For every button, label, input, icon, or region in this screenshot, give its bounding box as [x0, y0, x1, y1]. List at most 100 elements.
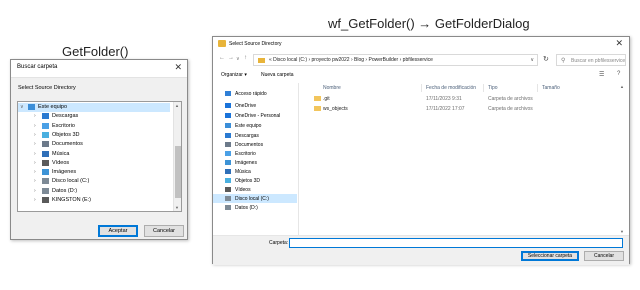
download-icon: [42, 113, 49, 120]
tree-item[interactable]: › Datos (D:): [18, 187, 170, 196]
scroll-down-icon[interactable]: ▼: [620, 229, 624, 234]
vertical-scrollbar[interactable]: ▲ ▼: [619, 83, 627, 235]
document-icon: [225, 142, 231, 147]
cancel-button[interactable]: Cancelar: [144, 225, 184, 237]
chevron-right-icon[interactable]: ›: [34, 178, 36, 184]
title-bar: Select Source Directory ✕: [213, 37, 629, 51]
accept-button[interactable]: Aceptar: [98, 225, 138, 237]
nav-item[interactable]: Música: [213, 167, 297, 176]
usb-drive-icon: [42, 197, 49, 203]
nav-item-label: Imágenes: [235, 160, 257, 166]
dialog-description: Select Source Directory: [18, 85, 76, 91]
up-arrow-icon[interactable]: ↑: [244, 55, 247, 61]
chevron-right-icon[interactable]: ›: [34, 113, 36, 119]
cube-icon: [225, 178, 231, 183]
chevron-right-icon[interactable]: ›: [34, 123, 36, 129]
command-bar: Organizar ▾ Nueva carpeta ☰ ?: [213, 70, 629, 81]
tree-item-label: KINGSTON (E:): [52, 197, 92, 203]
nav-item[interactable]: OneDrive: [213, 101, 297, 110]
file-row[interactable]: ws_objects 17/11/2022 17:07 Carpeta de arc…: [301, 104, 617, 113]
scrollbar-thumb[interactable]: [175, 146, 181, 198]
tree-item-label: Datos (D:): [52, 187, 78, 194]
column-header-modified[interactable]: Fecha de modificación: [426, 85, 476, 91]
tree-item[interactable]: › Documentos: [18, 140, 170, 149]
vertical-scrollbar[interactable]: ▲ ▼: [173, 102, 181, 211]
refresh-icon[interactable]: ↻: [543, 55, 549, 63]
chevron-right-icon[interactable]: ›: [34, 132, 36, 138]
nav-item[interactable]: Datos (D:): [213, 203, 297, 212]
bottom-panel: Carpeta: Seleccionar carpeta Cancelar: [213, 235, 629, 265]
column-divider: [421, 84, 422, 92]
nav-item[interactable]: Vídeos: [213, 185, 297, 194]
column-divider: [537, 84, 538, 92]
nav-item[interactable]: Acceso rápido: [213, 89, 297, 98]
file-row[interactable]: .git 17/11/2023 9:31 Carpeta de archivos: [301, 94, 617, 103]
nav-item-label: Objetos 3D: [235, 178, 261, 184]
nav-item[interactable]: OneDrive - Personal: [213, 111, 297, 120]
forward-arrow-icon[interactable]: →: [228, 55, 234, 61]
close-icon[interactable]: ✕: [174, 62, 182, 73]
chevron-right-icon[interactable]: ›: [34, 141, 36, 147]
nav-item-label: OneDrive - Personal: [235, 113, 281, 119]
folder-icon: [314, 96, 321, 101]
search-placeholder: Buscar en pbfilesservice: [571, 58, 626, 64]
select-folder-button[interactable]: Seleccionar carpeta: [521, 251, 579, 261]
image-icon: [225, 160, 231, 165]
nav-item[interactable]: Descargas: [213, 131, 297, 140]
scroll-down-icon[interactable]: ▼: [175, 205, 179, 210]
nav-item[interactable]: Objetos 3D: [213, 176, 297, 185]
folder-tree[interactable]: ▲ ▼ ∨ Este equipo › Descargas › Escritorio › Ob…: [17, 101, 182, 212]
help-icon[interactable]: ?: [617, 71, 620, 77]
tree-item[interactable]: › Imágenes: [18, 168, 170, 177]
nav-item[interactable]: Este equipo: [213, 121, 297, 130]
chevron-down-icon[interactable]: ∨: [530, 57, 534, 63]
folder-field[interactable]: [289, 238, 623, 248]
tree-item[interactable]: ∨ Este equipo: [18, 103, 170, 112]
chevron-down-icon[interactable]: ∨: [20, 104, 24, 110]
computer-icon: [225, 123, 231, 128]
cancel-button[interactable]: Cancelar: [584, 251, 624, 261]
video-icon: [42, 159, 49, 166]
video-icon: [225, 187, 231, 192]
tree-item[interactable]: › Disco local (C:): [18, 177, 170, 186]
tree-item[interactable]: › Música: [18, 150, 170, 159]
tree-item[interactable]: › Escritorio: [18, 122, 170, 131]
organize-menu[interactable]: Organizar ▾: [221, 72, 247, 78]
image-icon: [42, 169, 49, 176]
computer-icon: [28, 104, 35, 110]
nav-item[interactable]: Imágenes: [213, 158, 297, 167]
close-icon[interactable]: ✕: [615, 38, 623, 49]
column-header-name[interactable]: Nombre: [323, 85, 341, 91]
chevron-right-icon[interactable]: ›: [34, 169, 36, 175]
view-options-icon[interactable]: ☰: [599, 71, 604, 78]
new-folder-button[interactable]: Nueva carpeta: [261, 72, 294, 78]
tree-item[interactable]: › Descargas: [18, 112, 170, 121]
nav-item-label: Escritorio: [235, 151, 256, 157]
tree-item[interactable]: › Vídeos: [18, 159, 170, 168]
chevron-right-icon[interactable]: ›: [34, 188, 36, 194]
breadcrumb[interactable]: « Disco local (C:) › proyecto pw2022 › B…: [269, 57, 433, 63]
file-modified: 17/11/2022 17:07: [426, 106, 465, 112]
back-arrow-icon[interactable]: ←: [219, 55, 225, 61]
nav-item[interactable]: Escritorio: [213, 149, 297, 158]
column-header-size[interactable]: Tamaño: [542, 85, 560, 91]
scroll-up-icon[interactable]: ▲: [620, 84, 624, 89]
tree-item-label: Este equipo: [38, 104, 68, 110]
recent-chevron-icon[interactable]: ∨: [236, 56, 240, 62]
chevron-right-icon[interactable]: ›: [34, 151, 36, 157]
cloud-icon: [225, 103, 231, 108]
tree-item[interactable]: › KINGSTON (E:): [18, 196, 170, 205]
chevron-right-icon[interactable]: ›: [34, 160, 36, 166]
nav-item[interactable]: Documentos: [213, 140, 297, 149]
address-bar[interactable]: « Disco local (C:) › proyecto pw2022 › B…: [253, 54, 538, 66]
star-icon: [225, 91, 231, 96]
nav-item-label: Disco local (C:): [235, 196, 269, 202]
file-name: ws_objects: [323, 106, 348, 112]
nav-item-label: Música: [235, 169, 251, 175]
scroll-up-icon[interactable]: ▲: [175, 103, 179, 108]
tree-item[interactable]: › Objetos 3D: [18, 131, 170, 140]
search-input[interactable]: ⚲ Buscar en pbfilesservice: [556, 54, 626, 66]
chevron-right-icon[interactable]: ›: [34, 197, 36, 203]
column-header-type[interactable]: Tipo: [488, 85, 498, 91]
nav-item[interactable]: Disco local (C:): [213, 194, 297, 203]
